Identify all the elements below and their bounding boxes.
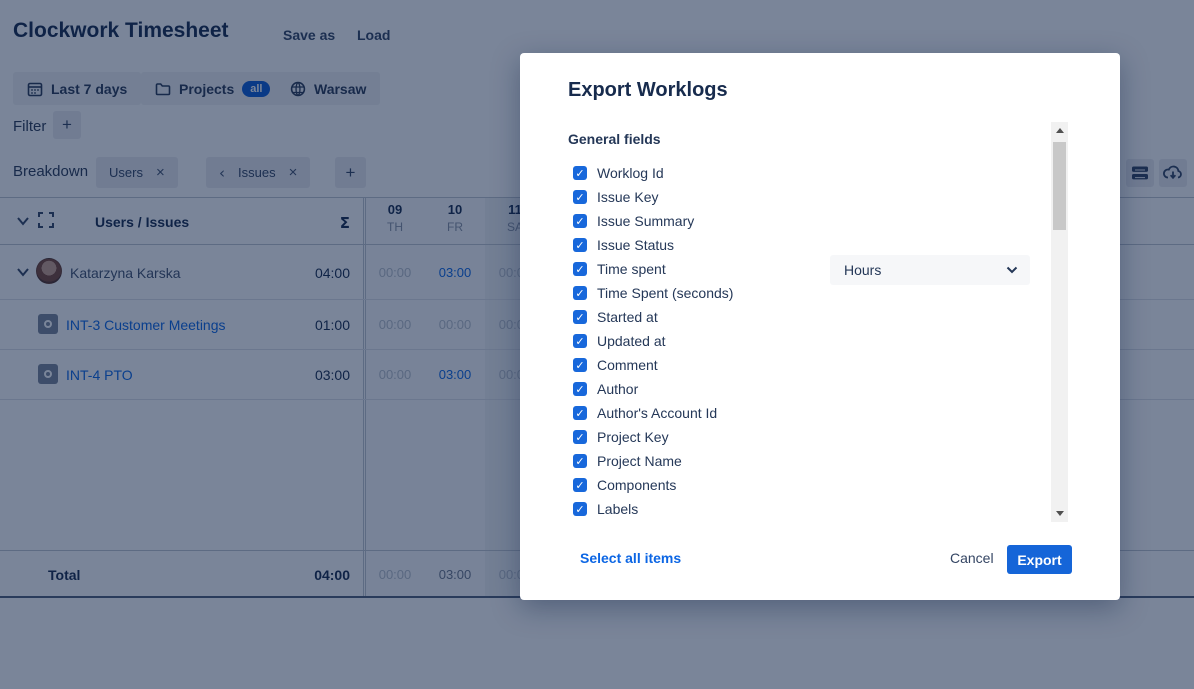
checkbox-checked[interactable]: ✓	[573, 238, 587, 252]
checkbox-checked[interactable]: ✓	[573, 478, 587, 492]
field-label: Labels	[597, 501, 638, 517]
select-all-items-link[interactable]: Select all items	[580, 550, 681, 566]
field-authors-account-id[interactable]: ✓ Author's Account Id	[573, 401, 873, 425]
field-label: Issue Key	[597, 189, 658, 205]
checkbox-checked[interactable]: ✓	[573, 262, 587, 276]
field-label: Project Name	[597, 453, 682, 469]
field-label: Worklog Id	[597, 165, 664, 181]
field-labels[interactable]: ✓ Labels	[573, 497, 873, 521]
time-spent-unit-select[interactable]: Hours	[830, 255, 1030, 285]
checkbox-checked[interactable]: ✓	[573, 430, 587, 444]
field-issue-summary[interactable]: ✓ Issue Summary	[573, 209, 873, 233]
field-time-spent-seconds[interactable]: ✓ Time Spent (seconds)	[573, 281, 873, 305]
field-label: Issue Summary	[597, 213, 694, 229]
checkbox-checked[interactable]: ✓	[573, 286, 587, 300]
modal-title: Export Worklogs	[568, 79, 728, 102]
field-time-spent[interactable]: ✓ Time spent	[573, 257, 873, 281]
scrollbar-down-button[interactable]	[1051, 505, 1068, 522]
field-label: Author's Account Id	[597, 405, 717, 421]
checkbox-checked[interactable]: ✓	[573, 334, 587, 348]
scrollbar-thumb[interactable]	[1053, 142, 1066, 230]
checkbox-checked[interactable]: ✓	[573, 382, 587, 396]
field-project-key[interactable]: ✓ Project Key	[573, 425, 873, 449]
arrow-down-icon	[1056, 511, 1064, 516]
field-components[interactable]: ✓ Components	[573, 473, 873, 497]
checkbox-checked[interactable]: ✓	[573, 166, 587, 180]
chevron-down-icon	[1006, 266, 1018, 274]
field-comment[interactable]: ✓ Comment	[573, 353, 873, 377]
field-label: Started at	[597, 309, 658, 325]
screen: Clockwork Timesheet Save as Load Last 7 …	[0, 0, 1194, 689]
export-field-list: ✓ Worklog Id ✓ Issue Key ✓ Issue Summary ✓ I…	[573, 161, 873, 521]
section-heading: General fields	[568, 131, 661, 147]
field-label: Project Key	[597, 429, 669, 445]
arrow-up-icon	[1056, 128, 1064, 133]
checkbox-checked[interactable]: ✓	[573, 406, 587, 420]
checkbox-checked[interactable]: ✓	[573, 310, 587, 324]
export-worklogs-modal: Export Worklogs General fields ✓ Worklog …	[520, 53, 1120, 600]
field-label: Components	[597, 477, 676, 493]
field-issue-status[interactable]: ✓ Issue Status	[573, 233, 873, 257]
field-author[interactable]: ✓ Author	[573, 377, 873, 401]
cancel-button[interactable]: Cancel	[944, 550, 1000, 566]
field-label: Time Spent (seconds)	[597, 285, 733, 301]
scrollbar-up-button[interactable]	[1051, 122, 1068, 139]
field-worklog-id[interactable]: ✓ Worklog Id	[573, 161, 873, 185]
field-started-at[interactable]: ✓ Started at	[573, 305, 873, 329]
field-label: Issue Status	[597, 237, 674, 253]
field-label: Comment	[597, 357, 658, 373]
checkbox-checked[interactable]: ✓	[573, 502, 587, 516]
selected-unit: Hours	[844, 262, 881, 278]
export-button[interactable]: Export	[1007, 545, 1072, 574]
field-label: Updated at	[597, 333, 666, 349]
checkbox-checked[interactable]: ✓	[573, 454, 587, 468]
checkbox-checked[interactable]: ✓	[573, 190, 587, 204]
modal-scrollbar[interactable]	[1051, 122, 1068, 522]
field-project-name[interactable]: ✓ Project Name	[573, 449, 873, 473]
field-label: Time spent	[597, 261, 666, 277]
field-label: Author	[597, 381, 638, 397]
field-issue-key[interactable]: ✓ Issue Key	[573, 185, 873, 209]
checkbox-checked[interactable]: ✓	[573, 358, 587, 372]
checkbox-checked[interactable]: ✓	[573, 214, 587, 228]
field-updated-at[interactable]: ✓ Updated at	[573, 329, 873, 353]
